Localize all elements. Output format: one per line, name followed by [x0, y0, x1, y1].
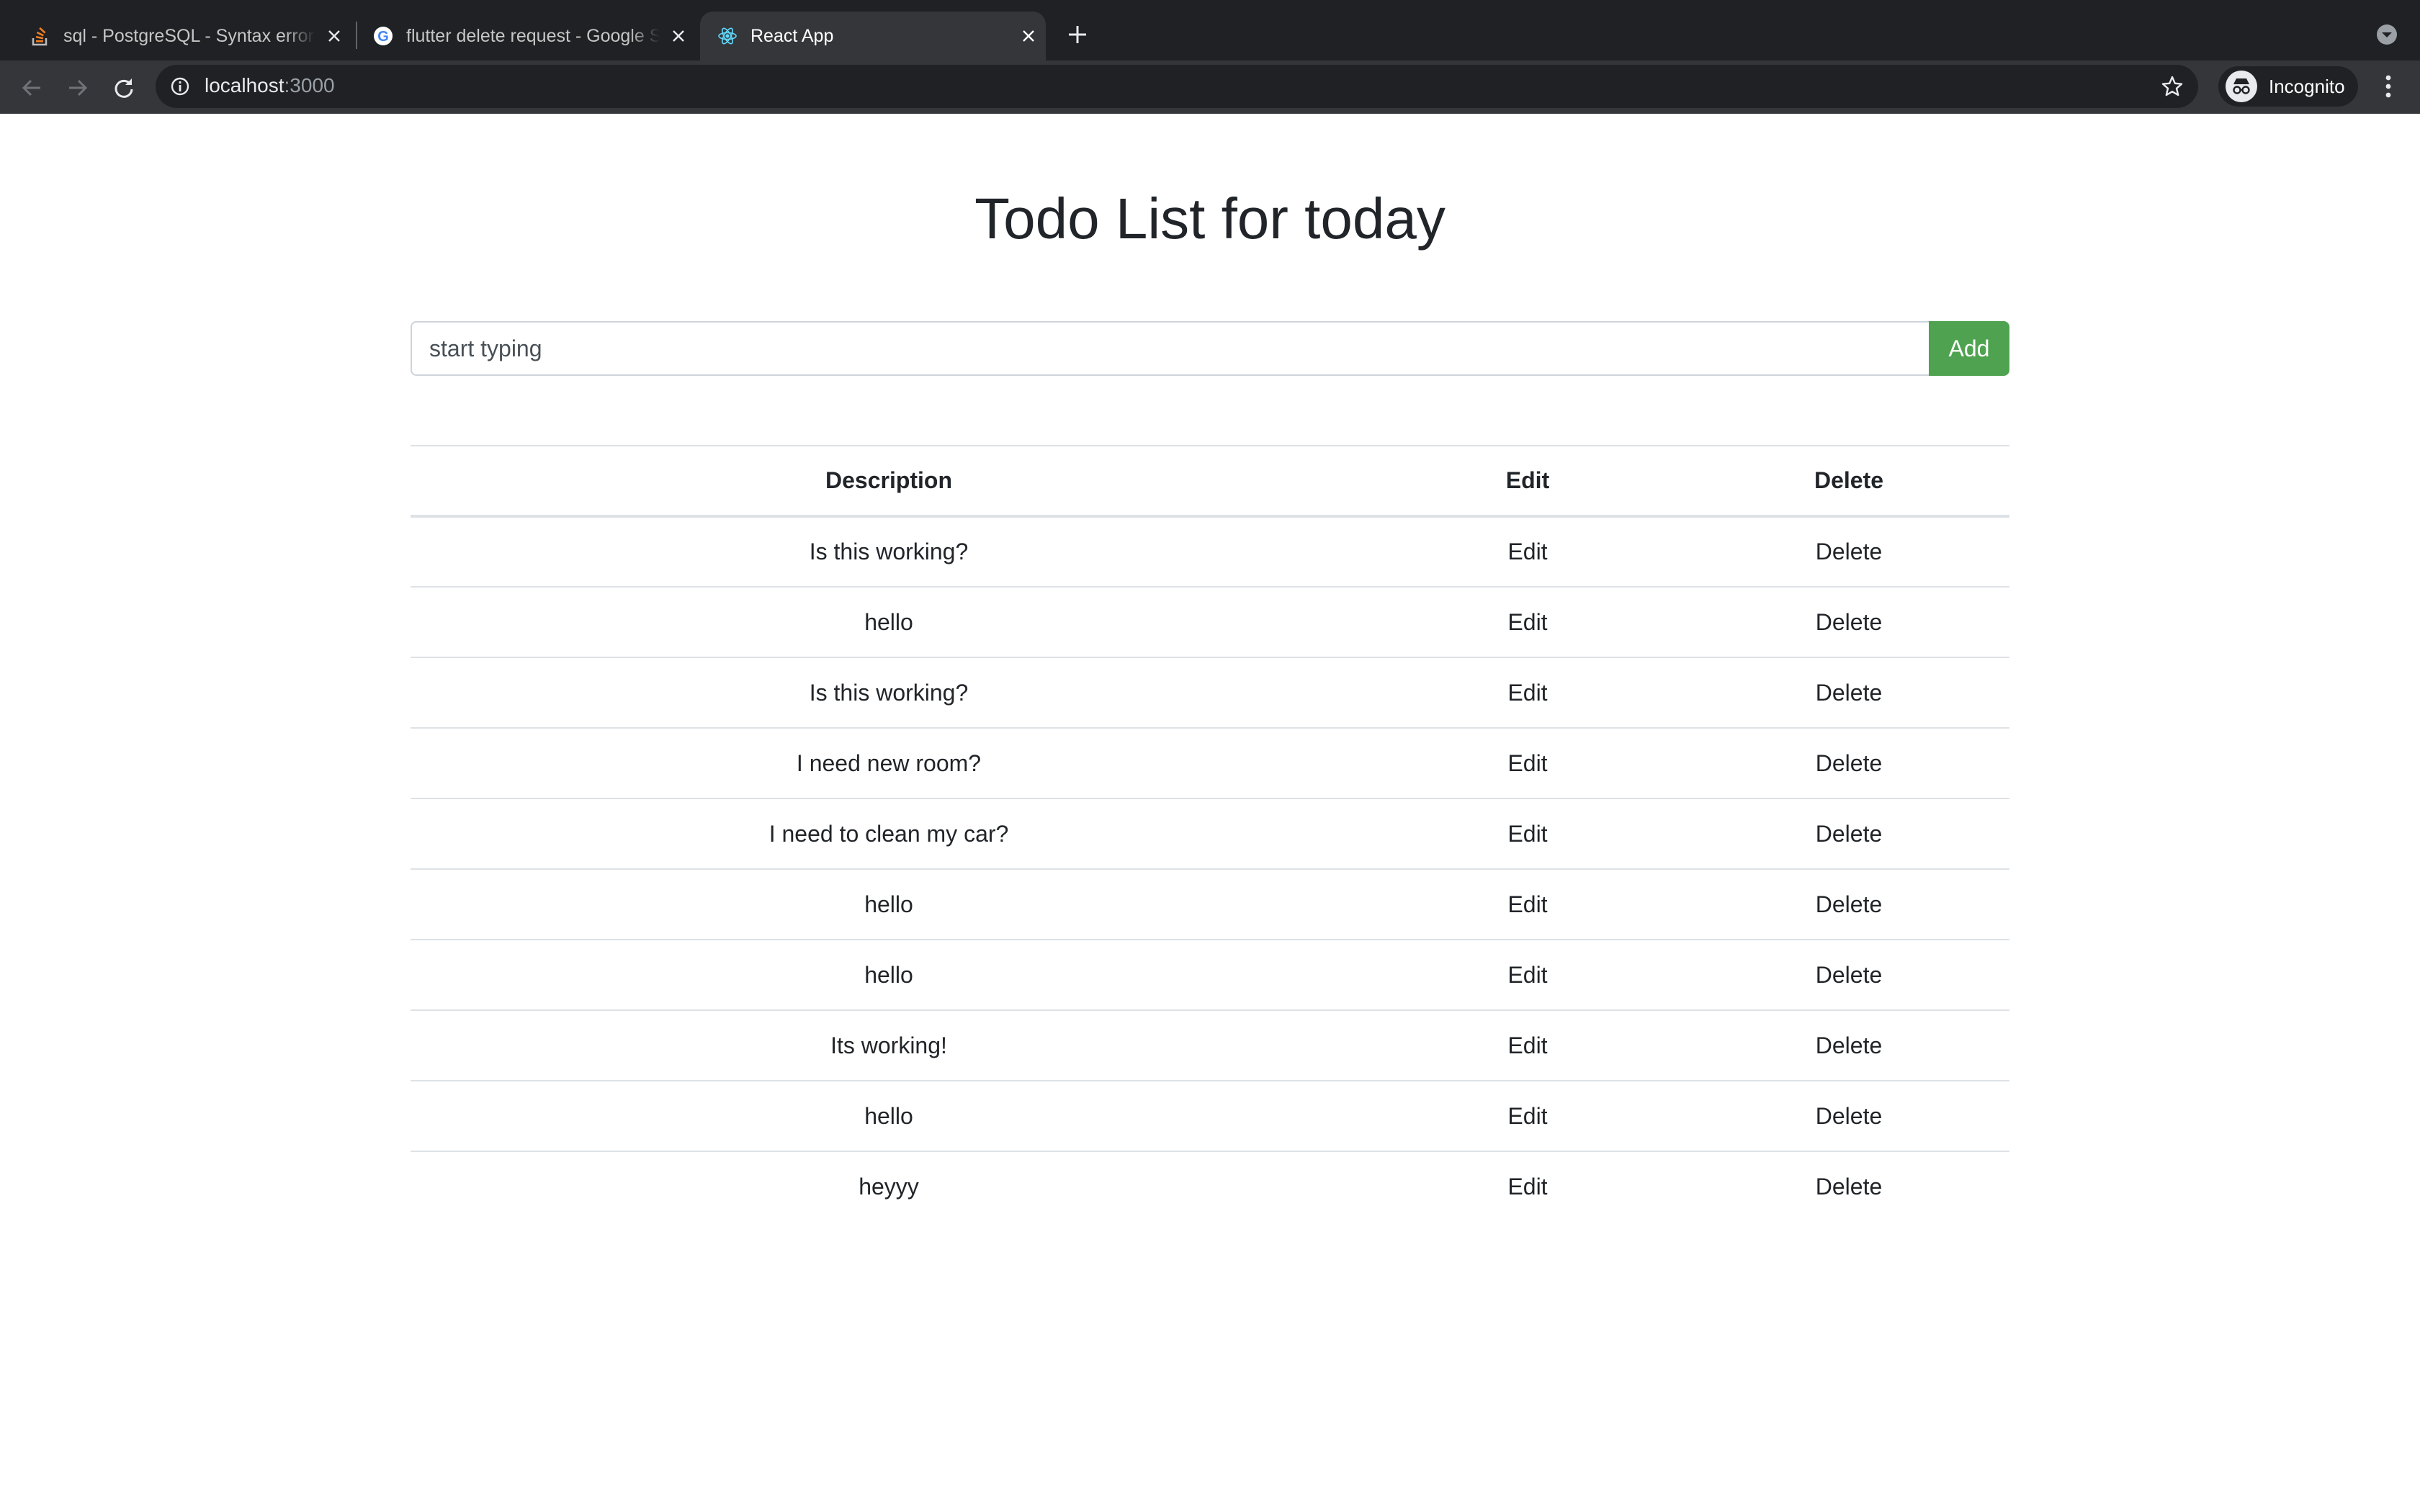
delete-button[interactable]: Delete: [1688, 586, 2009, 657]
delete-button[interactable]: Delete: [1688, 868, 2009, 940]
column-header-description: Description: [411, 445, 1367, 518]
bookmark-star-icon[interactable]: [2161, 75, 2184, 98]
incognito-icon: [2226, 71, 2257, 102]
edit-button[interactable]: Edit: [1367, 516, 1688, 587]
profile-label: Incognito: [2269, 75, 2345, 97]
table-row: I need to clean my car? Edit Delete: [411, 798, 2009, 869]
edit-button[interactable]: Edit: [1367, 727, 1688, 798]
close-tab-icon[interactable]: [323, 24, 346, 48]
table-row: hello Edit Delete: [411, 586, 2009, 657]
more-vertical-icon[interactable]: [2377, 72, 2400, 101]
close-tab-icon[interactable]: [1017, 24, 1040, 48]
todo-table: Description Edit Delete Is this working?…: [411, 445, 2009, 1222]
todo-description: I need new room?: [411, 727, 1367, 798]
todo-description: Is this working?: [411, 657, 1367, 728]
todo-table-body: Is this working? Edit Delete hello Edit Delet…: [411, 516, 2009, 1222]
delete-button[interactable]: Delete: [1688, 1009, 2009, 1081]
table-row: hello Edit Delete: [411, 868, 2009, 940]
react-icon: [717, 26, 738, 46]
table-row: hello Edit Delete: [411, 939, 2009, 1010]
table-row: heyyy Edit Delete: [411, 1151, 2009, 1222]
table-row: Is this working? Edit Delete: [411, 657, 2009, 728]
table-header-row: Description Edit Delete: [411, 445, 2009, 518]
delete-button[interactable]: Delete: [1688, 727, 2009, 798]
tab-title: sql - PostgreSQL - Syntax error: [63, 25, 314, 46]
table-row: I need new room? Edit Delete: [411, 727, 2009, 798]
todo-description: hello: [411, 939, 1367, 1010]
page-content: Todo List for today Add Description Edit…: [0, 114, 2420, 1512]
table-row: Is this working? Edit Delete: [411, 516, 2009, 587]
edit-button[interactable]: Edit: [1367, 586, 1688, 657]
close-tab-icon[interactable]: [667, 24, 690, 48]
delete-button[interactable]: Delete: [1688, 1151, 2009, 1222]
plus-icon: [1069, 26, 1086, 43]
edit-button[interactable]: Edit: [1367, 1009, 1688, 1081]
todo-description: Its working!: [411, 1009, 1367, 1081]
tab-stackoverflow[interactable]: sql - PostgreSQL - Syntax error: [22, 12, 346, 60]
todo-description: heyyy: [411, 1151, 1367, 1222]
tab-google-search[interactable]: G flutter delete request - Google Search: [364, 12, 690, 60]
column-header-edit: Edit: [1367, 445, 1688, 518]
todo-input[interactable]: [411, 321, 1929, 376]
info-icon[interactable]: [170, 76, 190, 96]
new-tab-button[interactable]: [1063, 20, 1092, 49]
stackoverflow-icon: [30, 26, 50, 46]
todo-description: hello: [411, 1080, 1367, 1151]
delete-button[interactable]: Delete: [1688, 516, 2009, 587]
url-host: localhost: [205, 74, 284, 96]
todo-description: hello: [411, 868, 1367, 940]
back-arrow-icon: [22, 79, 40, 96]
tab-react-app[interactable]: React App: [700, 12, 1046, 60]
tab-search-button[interactable]: [2374, 22, 2400, 48]
column-header-delete: Delete: [1688, 445, 2009, 518]
chevron-down-icon: [2377, 24, 2397, 45]
table-row: Its working! Edit Delete: [411, 1009, 2009, 1081]
forward-arrow-icon: [69, 79, 88, 96]
svg-text:G: G: [377, 29, 389, 45]
google-icon: G: [373, 26, 393, 46]
incognito-profile-button[interactable]: Incognito: [2218, 66, 2358, 107]
add-todo-form: Add: [411, 321, 2009, 376]
edit-button[interactable]: Edit: [1367, 1080, 1688, 1151]
edit-button[interactable]: Edit: [1367, 1151, 1688, 1222]
back-button[interactable]: [16, 72, 48, 104]
table-row: hello Edit Delete: [411, 1080, 2009, 1151]
edit-button[interactable]: Edit: [1367, 798, 1688, 869]
url-port: :3000: [284, 74, 335, 96]
reload-icon: [115, 78, 133, 98]
address-bar[interactable]: localhost:3000: [156, 65, 2198, 108]
edit-button[interactable]: Edit: [1367, 657, 1688, 728]
reload-button[interactable]: [108, 72, 140, 104]
todo-description: Is this working?: [809, 539, 969, 564]
delete-button[interactable]: Delete: [1688, 939, 2009, 1010]
tab-strip: sql - PostgreSQL - Syntax error G flutte…: [0, 0, 2420, 60]
edit-button[interactable]: Edit: [1367, 939, 1688, 1010]
delete-button[interactable]: Delete: [1688, 1080, 2009, 1151]
todo-description: I need to clean my car?: [411, 798, 1367, 869]
tab-title: React App: [750, 25, 834, 46]
tab-title: flutter delete request - Google Search: [406, 25, 660, 46]
delete-button[interactable]: Delete: [1688, 798, 2009, 869]
forward-button[interactable]: [62, 72, 94, 104]
edit-button[interactable]: Edit: [1367, 868, 1688, 940]
todo-description: hello: [411, 586, 1367, 657]
page-title: Todo List for today: [974, 186, 1446, 251]
tab-separator: [356, 22, 357, 49]
add-button[interactable]: Add: [1929, 321, 2009, 376]
delete-button[interactable]: Delete: [1688, 657, 2009, 728]
url-text: localhost:3000: [205, 74, 335, 97]
